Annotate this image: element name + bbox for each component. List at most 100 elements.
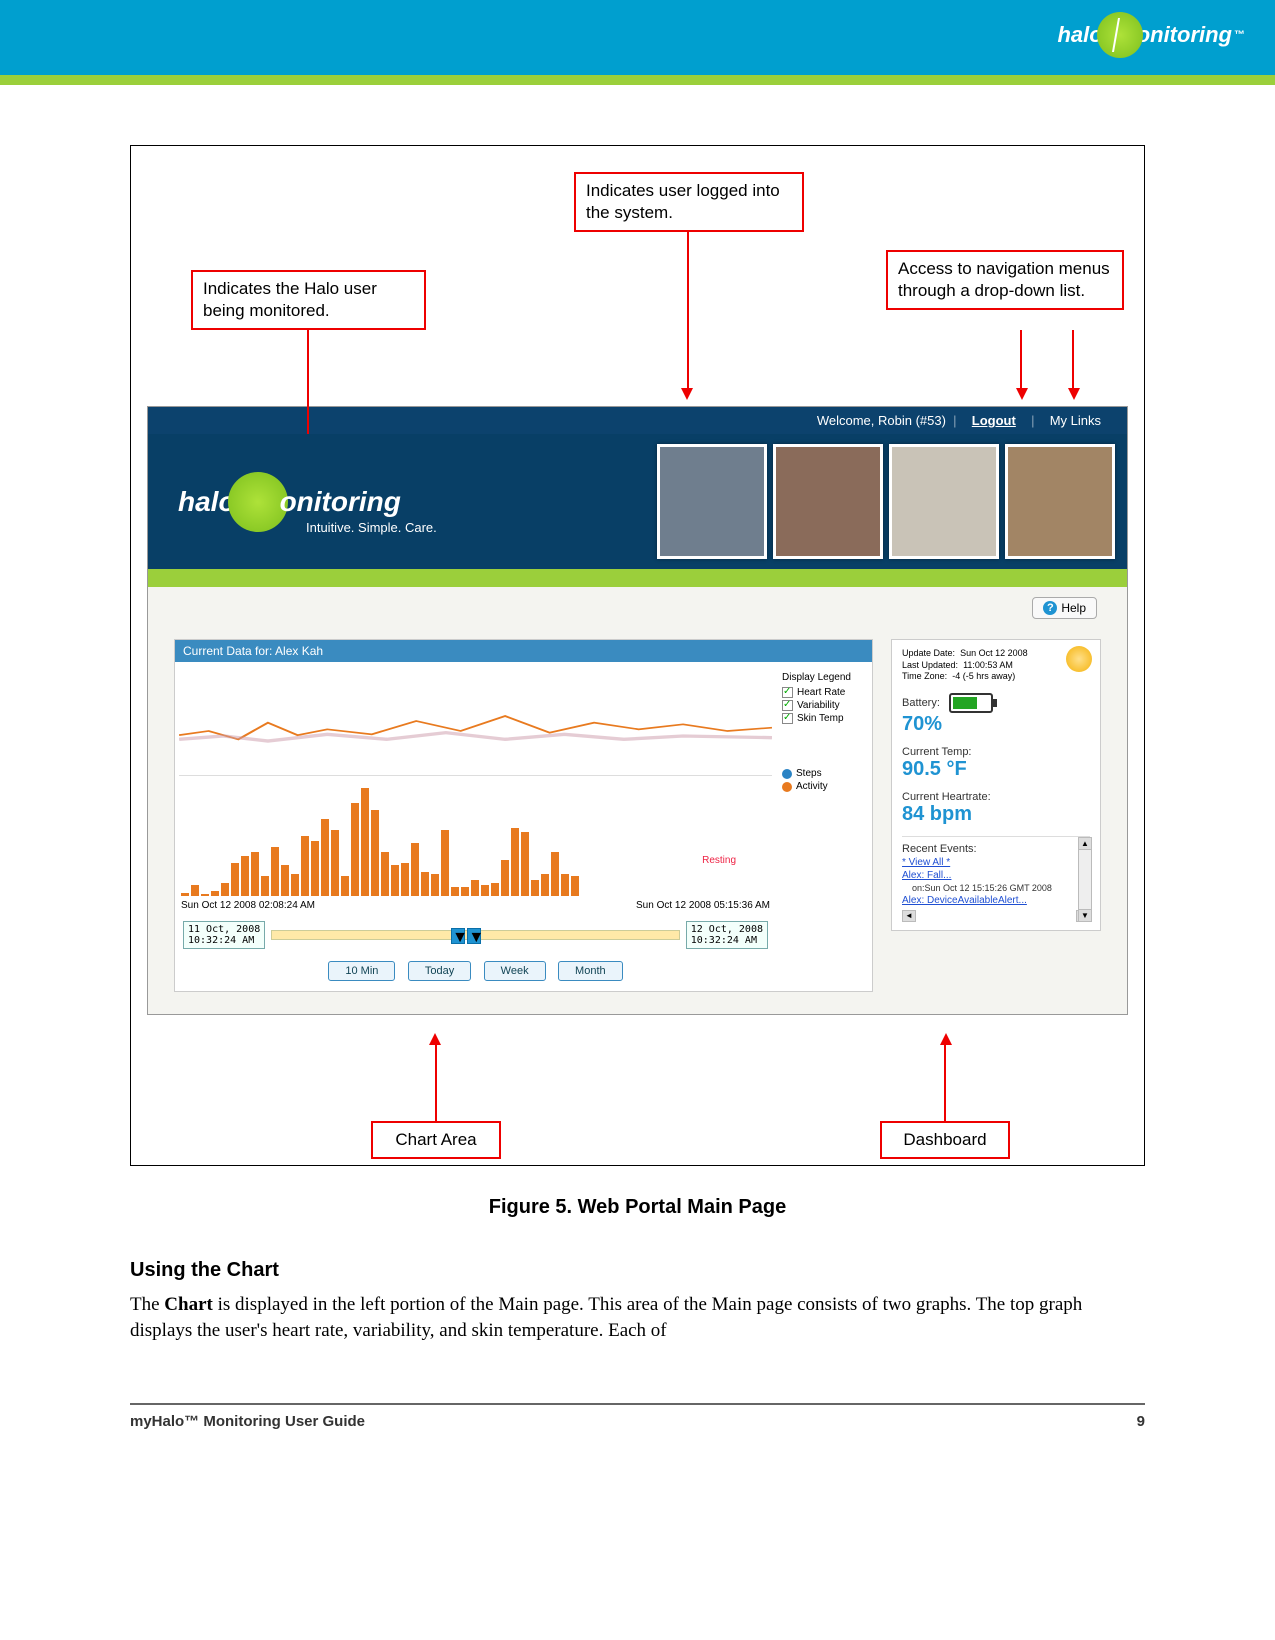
legend-label: Heart Rate	[797, 687, 845, 698]
brand-circle-icon	[1097, 12, 1143, 58]
checkbox-icon[interactable]	[782, 713, 793, 724]
arrowhead-down-icon	[1016, 388, 1028, 400]
bar	[331, 830, 339, 896]
slider-end-date: 12 Oct, 2008 10:32:24 AM	[686, 921, 768, 949]
range-month-button[interactable]: Month	[558, 961, 623, 981]
figure-container: Indicates the Halo user being monitored.…	[130, 145, 1145, 1166]
bar	[571, 876, 579, 896]
chart-legend: Display Legend Heart Rate Variability Sk…	[776, 662, 872, 991]
logout-link[interactable]: Logout	[972, 413, 1016, 428]
bar	[321, 819, 329, 896]
legend-label: Steps	[796, 768, 822, 779]
bar	[431, 874, 439, 896]
dot-icon	[782, 782, 792, 792]
dot-icon	[782, 769, 792, 779]
chart-title: Current Data for: Alex Kah	[175, 640, 872, 662]
heartrate-value: 84 bpm	[902, 803, 1090, 826]
callout-nav-dropdown: Access to navigation menus through a dro…	[886, 250, 1124, 310]
slider-handle-left[interactable]: ▼	[451, 928, 465, 944]
bar	[541, 874, 549, 896]
bar	[401, 863, 409, 896]
bar	[421, 872, 429, 896]
legend-item[interactable]: Activity	[782, 781, 866, 792]
scroll-left-icon[interactable]: ◄	[902, 910, 916, 922]
legend-label: Activity	[796, 781, 828, 792]
bar-chart[interactable]: Resting	[179, 776, 772, 896]
checkbox-icon[interactable]	[782, 687, 793, 698]
event-sub: on:Sun Oct 12 15:15:26 GMT 2008	[902, 883, 1090, 893]
line-chart[interactable]	[179, 666, 772, 776]
hero-photos	[657, 444, 1127, 559]
temp-label: Current Temp:	[902, 746, 1090, 758]
bar	[361, 788, 369, 896]
slider-track[interactable]: ▼ ▼	[271, 930, 680, 940]
event-link[interactable]: Alex: DeviceAvailableAlert...	[902, 895, 1090, 906]
legend-item[interactable]: Steps	[782, 768, 866, 779]
legend-item[interactable]: Skin Temp	[782, 713, 866, 724]
view-all-link[interactable]: * View All *	[902, 857, 1090, 868]
portal-logo-circle-icon	[228, 472, 288, 532]
welcome-text: Welcome, Robin (#53)	[817, 413, 946, 428]
slider-end-date-2: 10:32:24 AM	[691, 935, 763, 946]
bar	[411, 843, 419, 896]
bar	[441, 830, 449, 896]
event-link[interactable]: Alex: Fall...	[902, 870, 1090, 881]
my-links-link[interactable]: My Links	[1050, 413, 1101, 428]
arrow-line	[1020, 330, 1022, 390]
page-footer: myHalo™ Monitoring User Guide 9	[130, 1413, 1145, 1470]
bar	[221, 883, 229, 896]
recent-events: ▲ ▼ Recent Events: * View All * Alex: Fa…	[902, 836, 1090, 922]
range-10min-button[interactable]: 10 Min	[328, 961, 395, 981]
bar	[301, 836, 309, 897]
checkbox-icon[interactable]	[782, 700, 793, 711]
arrow-line	[944, 1043, 946, 1123]
footer-title: myHalo™ Monitoring User Guide	[130, 1413, 365, 1430]
heartrate-label: Current Heartrate:	[902, 791, 1090, 803]
callout-dashboard: Dashboard	[880, 1121, 1010, 1159]
body-text: The	[130, 1294, 164, 1315]
help-label: Help	[1061, 601, 1086, 615]
range-today-button[interactable]: Today	[408, 961, 471, 981]
footer-page-number: 9	[1137, 1413, 1145, 1430]
body-paragraph: The Chart is displayed in the left porti…	[130, 1292, 1145, 1343]
bar	[491, 883, 499, 896]
bar	[551, 852, 559, 896]
user-orb-icon	[1066, 646, 1092, 672]
callout-chart-area: Chart Area	[371, 1121, 501, 1159]
body-text: is displayed in the left portion of the …	[130, 1294, 1082, 1341]
legend-item[interactable]: Variability	[782, 700, 866, 711]
bar	[451, 887, 459, 896]
battery-label: Battery:	[902, 697, 940, 709]
arrow-line	[687, 232, 689, 390]
range-week-button[interactable]: Week	[484, 961, 546, 981]
portal-screenshot: Welcome, Robin (#53) | Logout | My Links…	[147, 406, 1128, 1015]
help-button[interactable]: ? Help	[1032, 597, 1097, 619]
brand-right: onitoring	[1137, 22, 1232, 48]
resting-annotation: Resting	[702, 855, 736, 866]
x-end: Sun Oct 12 2008 05:15:36 AM	[636, 900, 770, 911]
bar	[261, 876, 269, 896]
slider-handle-right[interactable]: ▼	[467, 928, 481, 944]
bar	[471, 880, 479, 897]
meta-label: Last Updated:	[902, 660, 958, 670]
meta-label: Update Date:	[902, 648, 955, 658]
events-scrollbar[interactable]: ▲ ▼	[1078, 837, 1092, 922]
bar	[341, 876, 349, 896]
bar	[481, 885, 489, 896]
legend-item[interactable]: Heart Rate	[782, 687, 866, 698]
chart-graphs: Resting Sun Oct 12 2008 02:08:24 AM Sun …	[175, 662, 776, 991]
slider-start-date: 11 Oct, 2008 10:32:24 AM	[183, 921, 265, 949]
bar	[531, 880, 539, 897]
bar	[251, 852, 259, 896]
portal-topbar: Welcome, Robin (#53) | Logout | My Links	[148, 407, 1127, 434]
events-hscroll[interactable]: ◄ ►	[902, 910, 1090, 922]
brand-left: halo	[1057, 22, 1102, 48]
legend-label: Variability	[797, 700, 840, 711]
arrow-line	[1072, 330, 1074, 390]
scroll-up-icon[interactable]: ▲	[1079, 838, 1091, 850]
scroll-down-icon[interactable]: ▼	[1079, 909, 1091, 921]
bar	[191, 885, 199, 896]
callout-logged-in-user: Indicates user logged into the system.	[574, 172, 804, 232]
temp-value: 90.5 °F	[902, 758, 1090, 781]
portal-tagline: Intuitive. Simple. Care.	[306, 520, 437, 535]
